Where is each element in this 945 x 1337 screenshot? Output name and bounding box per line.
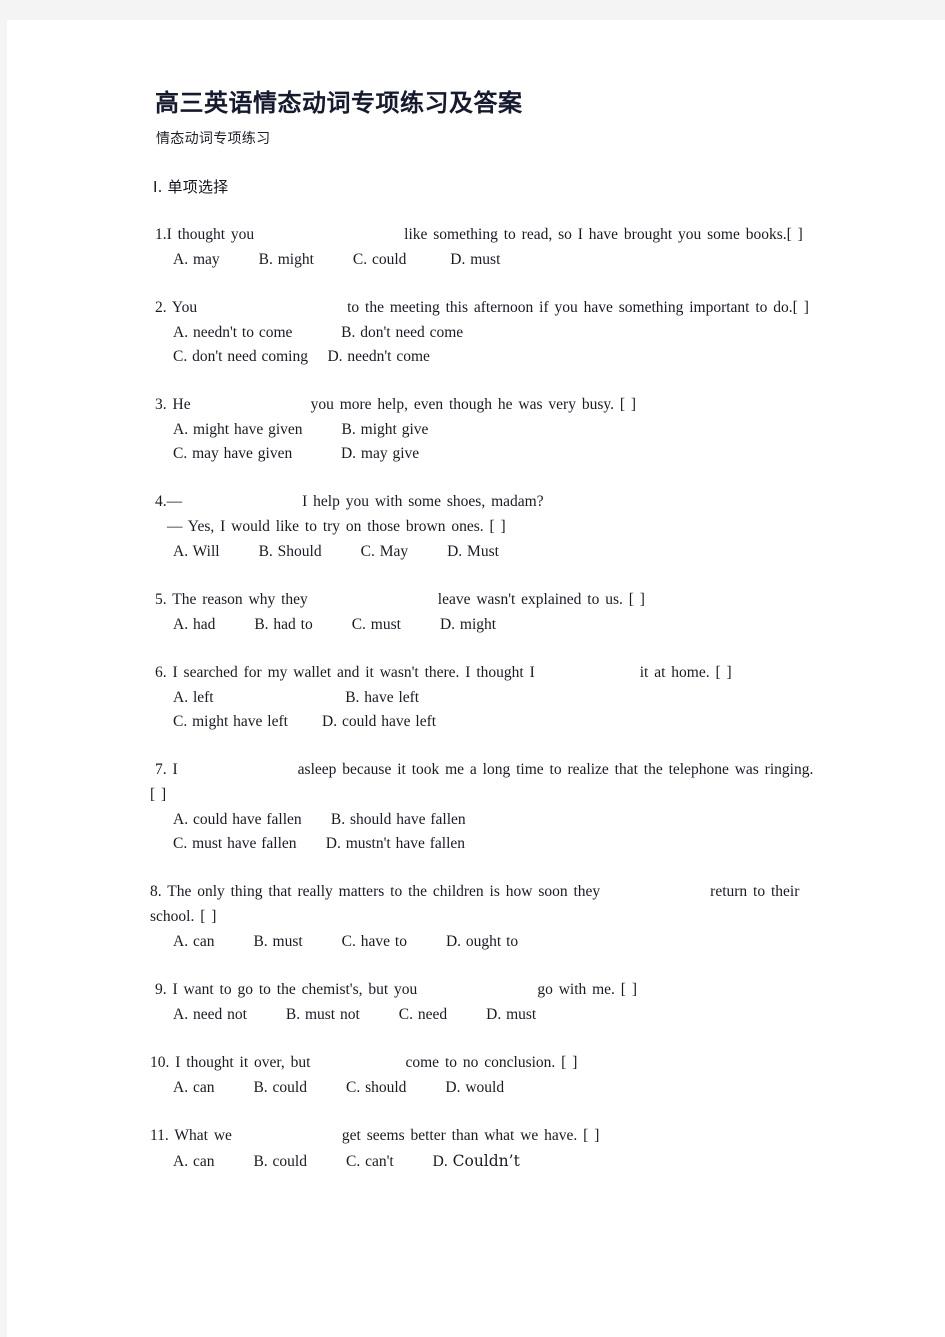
option-line: A. need not B. must not C. need D. must [173,1006,537,1023]
option-line: C. may have given D. may give [173,445,420,462]
question-options: A. may B. might C. could D. must [173,248,823,272]
option-line: A. can B. could C. should D. would [173,1079,505,1096]
question-block: 3. He you more help, even though he was v… [150,393,823,466]
option-line: C. might have left D. could have left [173,713,437,730]
question-stem-wrap: [ ] [150,786,167,803]
question-options: A. Will B. Should C. May D. Must [173,540,823,564]
question-stem-after: go with me. [ ] [537,981,638,998]
option-line-text: A. can B. could C. can't D. [173,1153,453,1170]
question-stem-before: 3. He [155,396,191,413]
question-block: 6. I searched for my wallet and it wasn'… [150,661,823,734]
question-stem-before: 11. What we [150,1127,232,1144]
option-emphasized: Couldn’t [452,1152,520,1170]
question-stem-before: 4.— [155,493,183,510]
option-line: A. had B. had to C. must D. might [173,616,497,633]
question-stem: 2. You to the meeting this afternoon if y… [155,296,823,320]
question-stem-after: return to their [710,883,800,900]
question-options: A. needn't to come B. don't need come C.… [173,321,823,369]
question-stem: 1.I thought you like something to read, s… [155,223,823,247]
question-stem-before: 9. I want to go to the chemist's, but yo… [155,981,418,998]
question-stem: 11. What we get seems better than what we… [150,1124,823,1148]
document-content: 高三英语情态动词专项练习及答案 情态动词专项练习 Ⅰ. 单项选择 1.I tho… [150,88,823,1198]
question-stem-before: 6. I searched for my wallet and it wasn'… [155,664,535,681]
question-block: 5. The reason why they leave wasn't expla… [150,588,823,637]
option-line: A. can B. must C. have to D. ought to [173,933,519,950]
option-line: A. could have fallen B. should have fall… [173,811,466,828]
question-stem-before: 7. I [155,761,178,778]
question-options: A. can B. could C. should D. would [173,1076,823,1100]
question-options: A. had B. had to C. must D. might [173,613,823,637]
question-options: A. might have given B. might give C. may… [173,418,823,466]
question-options: A. need not B. must not C. need D. must [173,1003,823,1027]
question-block: 1.I thought you like something to read, s… [150,223,823,272]
option-line: A. might have given B. might give [173,421,429,438]
question-options: A. left B. have left C. might have left … [173,686,823,734]
question-block: 10. I thought it over, but come to no con… [150,1051,823,1100]
question-dialogue-line: — Yes, I would like to try on those brow… [167,518,506,535]
section-heading-single-choice: Ⅰ. 单项选择 [153,178,229,196]
question-stem: 9. I want to go to the chemist's, but yo… [155,978,823,1002]
document-page: 高三英语情态动词专项练习及答案 情态动词专项练习 Ⅰ. 单项选择 1.I tho… [7,20,945,1337]
question-block: 7. I asleep because it took me a long tim… [150,758,823,856]
question-stem: 4.— I help you with some shoes, madam? [155,490,823,514]
question-stem-after: leave wasn't explained to us. [ ] [437,591,645,608]
question-stem: 3. He you more help, even though he was v… [155,393,823,417]
question-options: A. could have fallen B. should have fall… [173,808,823,856]
option-line: A. left B. have left [173,689,420,706]
question-block: 9. I want to go to the chemist's, but yo… [150,978,823,1027]
question-options: A. can B. could C. can't D. Couldn’t [173,1149,823,1174]
question-stem: 8. The only thing that really matters to… [150,880,823,904]
question-stem-after: it at home. [ ] [639,664,732,681]
option-line: A. can B. could C. can't D. Couldn’t [173,1149,823,1174]
question-block: 4.— I help you with some shoes, madam? — … [150,490,823,564]
question-stem-before: 1.I thought you [155,226,255,243]
question-block: 8. The only thing that really matters to… [150,880,823,954]
option-line: A. Will B. Should C. May D. Must [173,543,499,560]
question-stem-after: get seems better than what we have. [ ] [341,1127,600,1144]
question-block: 2. You to the meeting this afternoon if y… [150,296,823,369]
question-stem-after: you more help, even though he was very b… [310,396,637,413]
document-subtitle: 情态动词专项练习 [156,131,271,147]
question-stem: 6. I searched for my wallet and it wasn'… [155,661,823,685]
question-stem-after: like something to read, so I have brough… [404,226,803,243]
question-stem-after: come to no conclusion. [ ] [405,1054,578,1071]
question-stem-after: asleep because it took me a long time to… [297,761,814,778]
question-stem-before: 2. You [155,299,198,316]
question-stem-before: 5. The reason why they [155,591,308,608]
option-line: A. may B. might C. could D. must [173,251,501,268]
page-title: 高三英语情态动词专项练习及答案 [155,88,523,117]
option-line: C. don't need coming D. needn't come [173,348,430,365]
question-stem: 10. I thought it over, but come to no con… [150,1051,823,1075]
option-line: C. must have fallen D. mustn't have fall… [173,835,466,852]
question-stem: 5. The reason why they leave wasn't expla… [155,588,823,612]
question-stem-wrap: school. [ ] [150,908,217,925]
question-options: A. can B. must C. have to D. ought to [173,930,823,954]
question-stem-before: 10. I thought it over, but [150,1054,311,1071]
question-block: 11. What we get seems better than what we… [150,1124,823,1174]
option-line: A. needn't to come B. don't need come [173,324,464,341]
question-stem-before: 8. The only thing that really matters to… [150,883,601,900]
question-stem-after: I help you with some shoes, madam? [302,493,544,510]
question-stem: 7. I asleep because it took me a long tim… [155,758,823,782]
question-stem-after: to the meeting this afternoon if you hav… [347,299,809,316]
